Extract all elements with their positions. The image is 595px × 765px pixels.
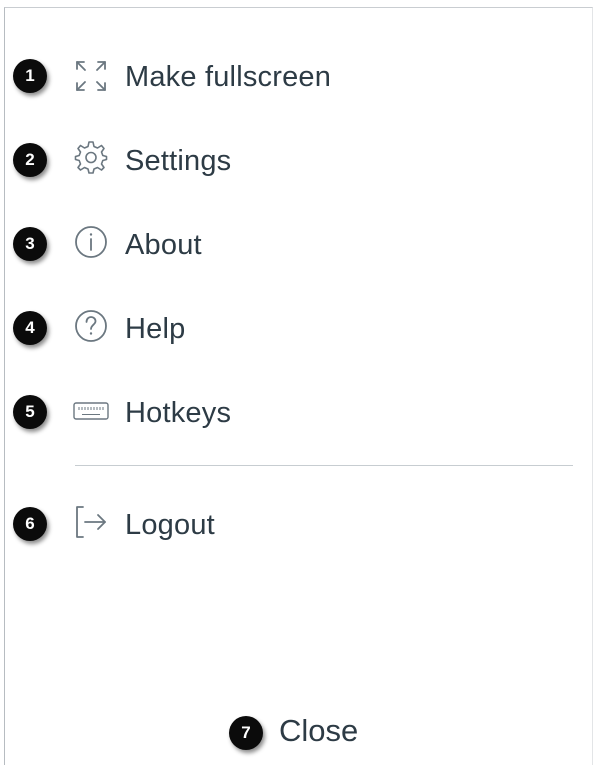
callout-badge: 5: [13, 395, 47, 429]
menu-panel: 1 Make fullscreen 2 Settings 3 About 4 H…: [4, 7, 593, 765]
help-item[interactable]: 4 Help: [5, 300, 565, 356]
make-fullscreen-item[interactable]: 1 Make fullscreen: [5, 48, 565, 104]
close-label: Close: [279, 713, 359, 748]
keyboard-icon: [71, 392, 111, 432]
logout-label: Logout: [125, 509, 215, 541]
hotkeys-item[interactable]: 5 Hotkeys: [5, 384, 565, 440]
fullscreen-icon: [71, 56, 111, 96]
callout-badge: 4: [13, 311, 47, 345]
gear-icon: [71, 138, 111, 178]
about-label: About: [125, 229, 202, 261]
settings-label: Settings: [125, 145, 232, 177]
settings-item[interactable]: 2 Settings: [5, 132, 565, 188]
make-fullscreen-label: Make fullscreen: [125, 61, 332, 93]
callout-badge: 1: [13, 59, 47, 93]
menu-divider: [75, 465, 573, 466]
logout-item[interactable]: 6 Logout: [5, 496, 565, 552]
info-icon: [71, 222, 111, 262]
callout-badge: 7: [229, 716, 263, 750]
help-label: Help: [125, 313, 186, 345]
callout-badge: 6: [13, 507, 47, 541]
logout-icon: [71, 502, 111, 542]
hotkeys-label: Hotkeys: [125, 397, 232, 429]
close-button[interactable]: 7 Close: [225, 705, 385, 761]
help-icon: [71, 306, 111, 346]
callout-badge: 2: [13, 143, 47, 177]
callout-badge: 3: [13, 227, 47, 261]
about-item[interactable]: 3 About: [5, 216, 565, 272]
